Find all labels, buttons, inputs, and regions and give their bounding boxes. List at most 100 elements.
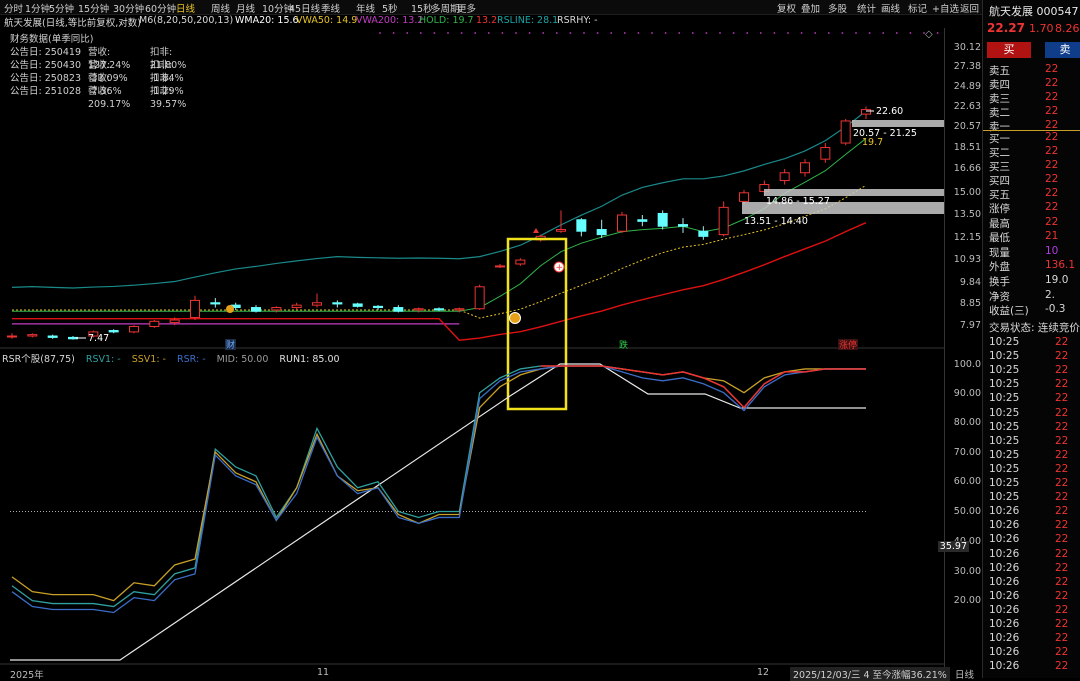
price-tick: 22.63 (953, 101, 981, 112)
candle (820, 143, 831, 163)
tick-price: 22 (1055, 420, 1069, 433)
stat-value: 2. (1045, 288, 1056, 301)
period-tab[interactable]: 分时 (4, 1, 23, 15)
tool-button[interactable]: 多股 (828, 1, 847, 15)
date-marker-dot (569, 32, 572, 34)
period-tab[interactable]: 季线 (321, 1, 340, 15)
bottom-period[interactable]: 日线 (955, 667, 974, 681)
candle (576, 218, 587, 237)
chart-title: 航天发展(日线,等比前复权,对数) (4, 18, 141, 29)
candle (474, 284, 485, 310)
price-tick: 27.38 (953, 61, 981, 72)
period-tab[interactable]: 日线 (176, 1, 195, 15)
tick-time: 10:26 (989, 646, 1020, 659)
collapse-icon[interactable]: ◇ (925, 29, 933, 40)
period-tab[interactable]: 多周期 (431, 1, 460, 15)
stat-value: 136.1 (1045, 259, 1076, 272)
period-tab[interactable]: 1分钟 (25, 1, 50, 15)
date-marker-dot (800, 32, 803, 34)
event-tag-label: 跌 (619, 340, 628, 351)
buy-button[interactable]: 买 (987, 42, 1031, 58)
tool-button[interactable]: 画线 (881, 1, 900, 15)
price-tick: 20.57 (953, 121, 981, 132)
ask-level-price: 22 (1045, 91, 1059, 103)
vwa50-line (12, 184, 867, 319)
period-tab[interactable]: 30分钟 (113, 1, 144, 15)
date-marker-dot (882, 32, 885, 34)
rsr-tick: 80.00 (953, 417, 981, 428)
stat-value: 19.0 (1045, 274, 1069, 286)
period-tab[interactable]: 15分钟 (78, 1, 109, 15)
price-tick: 10.93 (953, 254, 981, 265)
tick-time: 10:25 (989, 448, 1020, 461)
candle (454, 307, 465, 313)
tick-time: 10:25 (989, 462, 1020, 475)
run1-value: RUN1: 85.00 (279, 354, 340, 365)
date-marker-dot (746, 32, 749, 34)
candle (190, 295, 200, 321)
stat-value: 21 (1045, 230, 1059, 243)
period-tab[interactable]: 60分钟 (145, 1, 176, 15)
tick-time: 10:26 (989, 533, 1020, 546)
tick-price: 22 (1055, 533, 1069, 546)
date-marker-dot (637, 32, 640, 34)
tool-button[interactable]: 统计 (857, 1, 876, 15)
axis-year: 2025年 (10, 670, 44, 681)
event-tag-label: 财 (226, 339, 235, 351)
rsr-tick: 20.00 (953, 595, 981, 606)
period-tab[interactable]: 5分钟 (49, 1, 74, 15)
bid-level-label: 买一 (989, 133, 1010, 145)
sell-button[interactable]: 卖 (1045, 42, 1080, 58)
candle (47, 334, 58, 339)
candle (149, 320, 160, 328)
tool-button[interactable]: +自选 (932, 1, 959, 15)
period-tab[interactable]: 5秒 (382, 1, 398, 15)
tick-price: 22 (1055, 350, 1069, 363)
date-marker-dot (406, 32, 409, 34)
tick-price: 22 (1055, 618, 1069, 630)
period-tab[interactable]: 45日线 (289, 1, 320, 15)
period-tab[interactable]: 周线 (211, 1, 230, 15)
tick-time: 10:25 (989, 406, 1020, 419)
price-tick: 9.84 (959, 277, 981, 288)
tick-price: 22 (1055, 406, 1069, 419)
bid-level-label: 买三 (989, 161, 1010, 173)
zone-label: 14.86 - 15.27 (766, 196, 830, 207)
tick-price: 22 (1055, 519, 1069, 532)
zone-label: 13.51 - 14.40 (744, 216, 808, 227)
rsr-tick: 70.00 (953, 447, 981, 458)
tick-time: 10:25 (989, 336, 1020, 348)
stat-label: 最高 (989, 217, 1010, 230)
tool-button[interactable]: 叠加 (801, 1, 820, 15)
date-marker-dot (623, 32, 626, 34)
price-tick: 12.15 (953, 232, 981, 243)
tool-button[interactable]: 返回 (960, 1, 979, 15)
date-marker-dot (936, 32, 939, 34)
period-tab[interactable]: 更多 (457, 1, 476, 15)
date-marker-dot (542, 32, 545, 34)
ask-level-price: 22 (1045, 105, 1059, 117)
tool-button[interactable]: 复权 (777, 1, 796, 15)
tool-button[interactable]: 标记 (908, 1, 927, 15)
wma20-value: WMA20: 15.6 (235, 15, 299, 26)
date-marker-dot (855, 32, 857, 34)
last-price: 22.27 (987, 21, 1025, 35)
tick-price: 22 (1055, 392, 1069, 405)
candle (861, 106, 871, 119)
date-marker-dot (909, 32, 912, 34)
tick-time: 10:26 (989, 660, 1020, 673)
period-tab[interactable]: 年线 (356, 1, 375, 15)
candle (637, 215, 648, 227)
period-tab[interactable]: 月线 (236, 1, 255, 15)
ask-level-price: 22 (1045, 77, 1059, 89)
candle (556, 210, 566, 233)
candle (718, 201, 729, 237)
ask-level-label: 卖五 (989, 65, 1010, 77)
stat-label: 涨停 (989, 203, 1010, 215)
date-marker-dot (719, 32, 721, 34)
date-marker-dot (392, 32, 395, 34)
date-marker-dot (419, 32, 422, 34)
bid-level-price: 22 (1045, 145, 1059, 157)
period-tab[interactable]: 15秒 (411, 1, 433, 15)
tick-time: 10:25 (989, 434, 1020, 447)
